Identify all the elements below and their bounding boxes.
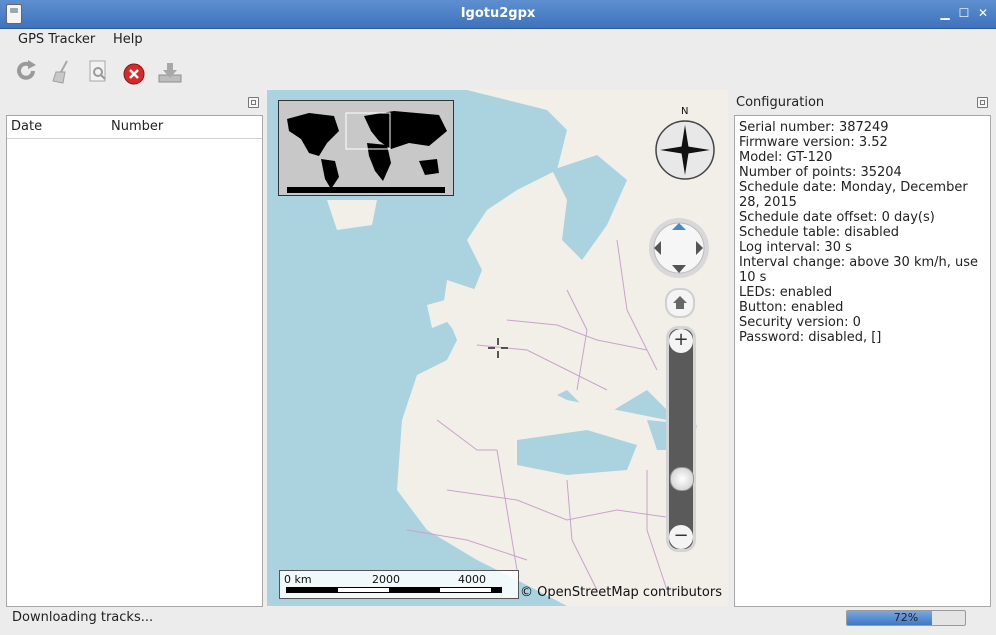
info-button[interactable] [83,56,113,86]
config-line: 28, 2015 [739,195,797,210]
config-line: Button: enabled [739,300,844,315]
config-line: Schedule date offset: 0 day(s) [739,210,935,225]
progress-label: 72% [893,611,919,624]
float-panel-icon[interactable] [977,97,988,108]
menu-gps-tracker[interactable]: GPS Tracker [18,32,95,47]
zoom-slider[interactable]: + − [666,326,696,552]
cancel-button[interactable] [119,56,149,86]
crosshair-icon [488,338,508,358]
config-line: Serial number: 387249 [739,120,889,135]
window-title: Igotu2gpx [460,6,536,21]
config-line: Model: GT-120 [739,150,833,165]
world-map-icon [287,111,447,193]
float-panel-icon[interactable] [248,97,259,108]
compass-rose-icon [655,120,715,180]
compass-n-label: N [681,106,689,117]
maximize-icon[interactable]: ☐ [957,6,971,20]
pan-arrows-icon [649,218,709,278]
scale-bar: 0 km 2000 4000 [279,570,519,599]
home-icon [673,296,687,309]
menu-help[interactable]: Help [113,32,143,47]
column-header-date[interactable]: Date [7,116,111,139]
config-line: Schedule table: disabled [739,225,900,240]
zoom-in-button[interactable]: + [669,329,693,353]
config-line: Firmware version: 3.52 [739,135,888,150]
progress-bar: 72% [846,610,966,626]
reload-button[interactable] [11,56,41,86]
toolbar [0,52,996,90]
config-panel[interactable]: Serial number: 387249 Firmware version: 3… [734,115,991,607]
document-search-icon [89,60,106,82]
map-attribution[interactable]: © OpenStreetMap contributors [520,585,722,600]
minimize-icon[interactable]: ▁ [938,6,952,20]
map-view[interactable]: N + − 0 km 2000 4000 © OpenStreetMap con… [267,90,728,606]
config-line: LEDs: enabled [739,285,833,300]
download-icon [158,63,182,83]
tracks-list[interactable]: Date Number [6,115,263,607]
scale-label-max: 4000 [458,573,486,586]
home-button[interactable] [665,288,695,318]
scale-ruler [286,587,502,593]
zoom-out-button[interactable]: − [669,525,693,549]
config-line: Log interval: 30 s [739,240,852,255]
config-line: Number of points: 35204 [739,165,902,180]
overview-minimap[interactable] [278,100,454,196]
download-button[interactable] [155,56,185,86]
close-icon[interactable]: ✕ [976,6,990,20]
clear-button[interactable] [47,56,77,86]
column-header-number[interactable]: Number [107,116,262,139]
reload-icon [17,60,36,80]
config-line: Security version: 0 [739,315,861,330]
broom-icon [52,60,68,84]
scale-label-mid: 2000 [372,573,400,586]
title-bar: Igotu2gpx ▁ ☐ ✕ [0,0,996,29]
config-title: Configuration [736,95,825,110]
pan-control[interactable] [648,217,710,279]
config-line: Interval change: above 30 km/h, use [739,255,979,270]
config-line: Schedule date: Monday, December [739,180,968,195]
zoom-slider-knob[interactable] [670,467,694,492]
config-lines: Serial number: 387249 Firmware version: 3… [735,116,990,345]
config-line: Password: disabled, [] [739,330,882,345]
scale-label-zero: 0 km [284,573,312,586]
compass: N [654,106,716,182]
cancel-icon [123,63,145,85]
config-line: 10 s [739,270,767,285]
status-text: Downloading tracks... [12,610,154,625]
menu-bar: GPS Tracker Help [0,29,996,51]
